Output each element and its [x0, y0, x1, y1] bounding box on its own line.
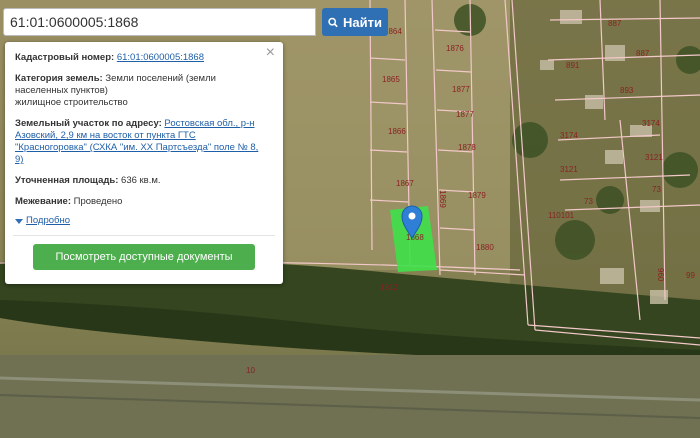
parcel-label: 3174 — [642, 119, 660, 128]
survey-value: Проведено — [73, 196, 123, 207]
parcel-label: 1869 — [438, 190, 447, 208]
category-value: населенных пунктов) — [15, 85, 108, 96]
parcel-label: 1912 — [380, 283, 398, 292]
search-icon — [328, 17, 338, 27]
parcel-label: 887 — [636, 49, 650, 58]
category-value: жилищное строительство — [15, 97, 128, 108]
parcel-label: 893 — [620, 86, 634, 95]
view-documents-button[interactable]: Посмотреть доступные документы — [33, 244, 255, 270]
category-row: Категория земель: Земли поселений (земли… — [15, 73, 273, 109]
address-link[interactable]: Азовский, 2,9 км на восток от пункта ГТС — [15, 130, 196, 141]
parcel-label: 1866 — [388, 127, 406, 136]
address-link[interactable]: 9) — [15, 154, 23, 165]
parcel-label: 1879 — [468, 191, 486, 200]
parcel-label: 1880 — [476, 243, 494, 252]
caret-down-icon — [15, 218, 23, 224]
parcel-label: 1867 — [396, 179, 414, 188]
search-input[interactable] — [3, 8, 316, 36]
details-toggle[interactable]: Подробно — [15, 215, 273, 227]
parcel-label: 3121 — [560, 165, 578, 174]
parcel-label: 960 — [656, 268, 665, 282]
search-button-label: Найти — [343, 14, 382, 30]
parcel-label: 99 — [686, 271, 695, 280]
parcel-label: 1868 — [406, 233, 424, 242]
cadastral-number-link[interactable]: 61:01:0600005:1868 — [117, 52, 204, 63]
address-label: Земельный участок по адресу: — [15, 118, 162, 129]
parcel-label: 1865 — [382, 75, 400, 84]
survey-label: Межевание: — [15, 196, 71, 207]
divider — [13, 235, 275, 236]
parcel-label: 1877 — [452, 85, 470, 94]
parcel-label: 3121 — [645, 153, 663, 162]
search-button[interactable]: Найти — [322, 8, 388, 36]
address-row: Земельный участок по адресу: Ростовская … — [15, 118, 273, 166]
parcel-label: 10 — [246, 366, 255, 375]
parcel-label: 887 — [608, 19, 622, 28]
parcel-label: 3174 — [560, 131, 578, 140]
address-link[interactable]: Ростовская обл., р-н — [164, 118, 254, 129]
parcel-label: 73 — [652, 185, 661, 194]
parcel-label: 73 — [584, 197, 593, 206]
parcel-label: 110101 — [548, 211, 575, 220]
parcel-label: 1878 — [458, 143, 476, 152]
area-row: Уточненная площадь: 636 кв.м. — [15, 175, 273, 187]
close-icon[interactable]: × — [266, 45, 275, 61]
area-label: Уточненная площадь: — [15, 175, 119, 186]
parcel-label: 1877 — [456, 110, 474, 119]
address-link[interactable]: "Красногоровка" (СХКА "им. XX Партсъезда… — [15, 142, 258, 153]
parcel-label: 891 — [566, 61, 580, 70]
parcel-info-popup: × Кадастровый номер: 61:01:0600005:1868 … — [5, 42, 283, 284]
parcel-label: 1876 — [446, 44, 464, 53]
category-label: Категория земель: — [15, 73, 103, 84]
area-value: 636 кв.м. — [121, 175, 161, 186]
category-value: Земли поселений (земли — [105, 73, 216, 84]
search-bar: Найти — [3, 8, 388, 36]
survey-row: Межевание: Проведено — [15, 196, 273, 208]
cadastral-row: Кадастровый номер: 61:01:0600005:1868 — [15, 52, 273, 64]
details-link[interactable]: Подробно — [26, 215, 70, 227]
cadastral-label: Кадастровый номер: — [15, 52, 115, 63]
